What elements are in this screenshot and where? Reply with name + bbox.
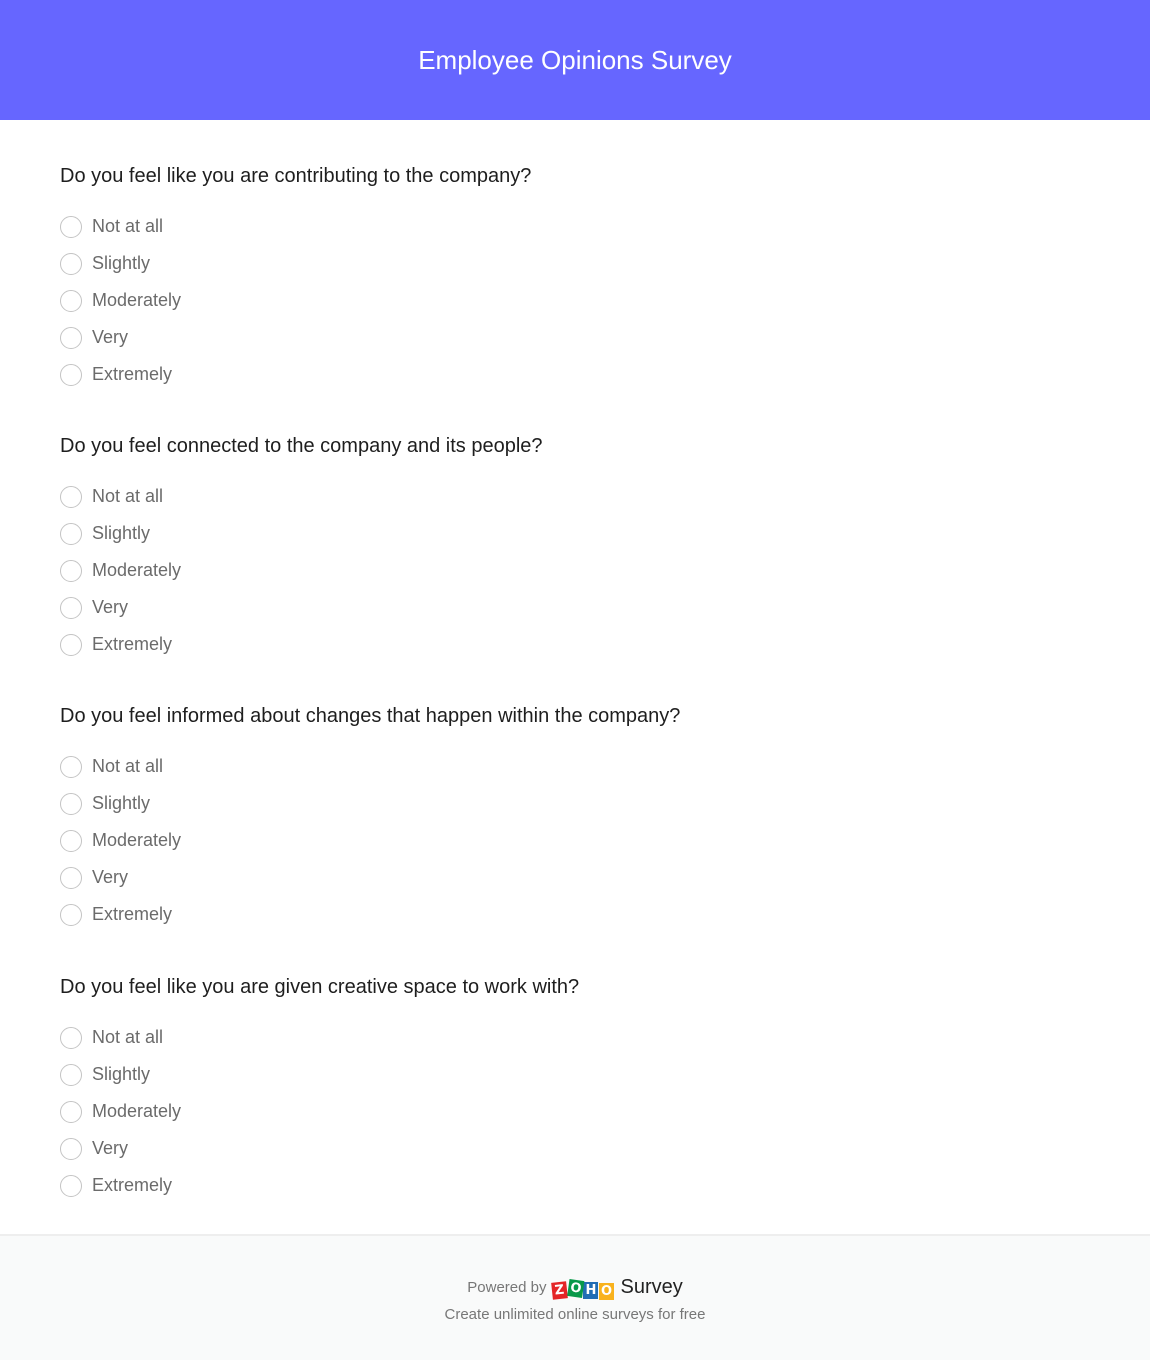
- option-not-at-all[interactable]: Not at all: [60, 748, 680, 785]
- option-label: Not at all: [92, 1027, 164, 1047]
- question-text: Do you feel like you are contributing to…: [60, 165, 532, 187]
- option-slightly[interactable]: Slightly: [60, 1056, 579, 1093]
- option-moderately[interactable]: Moderately: [60, 822, 680, 859]
- option-label: Extremely: [92, 1175, 173, 1195]
- option-label: Extremely: [92, 904, 173, 924]
- option-label: Very: [92, 597, 129, 617]
- question-text: Do you feel informed about changes that …: [60, 705, 681, 727]
- question-2: Do you feel connected to the company and…: [60, 434, 543, 663]
- powered-by-link[interactable]: Powered by Z O H O Survey: [0, 1276, 1150, 1300]
- option-label: Extremely: [92, 364, 173, 384]
- option-label: Moderately: [92, 560, 182, 580]
- radio-button[interactable]: [60, 252, 82, 275]
- footer-tagline[interactable]: Create unlimited online surveys for free: [0, 1306, 1150, 1323]
- option-label: Slightly: [92, 523, 151, 543]
- zoho-logo-letter: O: [567, 1278, 585, 1298]
- option-not-at-all[interactable]: Not at all: [60, 1019, 579, 1056]
- option-slightly[interactable]: Slightly: [60, 245, 531, 282]
- radio-button[interactable]: [60, 596, 82, 619]
- option-slightly[interactable]: Slightly: [60, 785, 680, 822]
- zoho-logo-letter: O: [598, 1282, 614, 1300]
- question-4: Do you feel like you are given creative …: [60, 975, 579, 1204]
- options-group: Not at all Slightly Moderately Very Extr…: [60, 748, 680, 933]
- survey-brand: Survey: [620, 1276, 683, 1298]
- powered-by-text: Powered by: [467, 1279, 547, 1296]
- option-not-at-all[interactable]: Not at all: [60, 478, 543, 515]
- radio-button[interactable]: [60, 903, 82, 926]
- radio-button[interactable]: [60, 215, 82, 238]
- option-label: Moderately: [92, 830, 182, 850]
- option-label: Not at all: [92, 756, 164, 776]
- option-moderately[interactable]: Moderately: [60, 552, 543, 589]
- option-label: Extremely: [92, 634, 173, 654]
- option-label: Not at all: [92, 216, 164, 236]
- options-group: Not at all Slightly Moderately Very Extr…: [60, 1019, 579, 1204]
- footer: Powered by Z O H O Survey Create unlimit…: [0, 1234, 1150, 1360]
- option-very[interactable]: Very: [60, 319, 531, 356]
- radio-button[interactable]: [60, 559, 82, 582]
- option-extremely[interactable]: Extremely: [60, 626, 543, 663]
- option-label: Very: [92, 327, 129, 347]
- radio-button[interactable]: [60, 792, 82, 815]
- question-text: Do you feel like you are given creative …: [60, 976, 580, 998]
- radio-button[interactable]: [60, 1063, 82, 1086]
- option-label: Slightly: [92, 253, 151, 273]
- radio-button[interactable]: [60, 1100, 82, 1123]
- survey-header: Employee Opinions Survey: [0, 0, 1150, 120]
- option-label: Not at all: [92, 486, 164, 506]
- radio-button[interactable]: [60, 485, 82, 508]
- option-extremely[interactable]: Extremely: [60, 896, 680, 933]
- survey-title: Employee Opinions Survey: [418, 44, 732, 75]
- option-very[interactable]: Very: [60, 1130, 579, 1167]
- options-group: Not at all Slightly Moderately Very Extr…: [60, 208, 531, 393]
- option-label: Very: [92, 1138, 129, 1158]
- option-label: Very: [92, 867, 129, 887]
- option-label: Moderately: [92, 290, 182, 310]
- zoho-logo-letter: Z: [551, 1280, 569, 1300]
- option-moderately[interactable]: Moderately: [60, 1093, 579, 1130]
- option-not-at-all[interactable]: Not at all: [60, 208, 531, 245]
- radio-button[interactable]: [60, 1026, 82, 1049]
- zoho-logo-icon: Z O H O: [551, 1277, 614, 1300]
- question-text: Do you feel connected to the company and…: [60, 435, 543, 457]
- radio-button[interactable]: [60, 326, 82, 349]
- option-label: Slightly: [92, 793, 151, 813]
- radio-button[interactable]: [60, 829, 82, 852]
- option-label: Moderately: [92, 1101, 182, 1121]
- radio-button[interactable]: [60, 1174, 82, 1197]
- options-group: Not at all Slightly Moderately Very Extr…: [60, 478, 543, 663]
- radio-button[interactable]: [60, 1137, 82, 1160]
- option-extremely[interactable]: Extremely: [60, 356, 531, 393]
- zoho-logo-letter: H: [583, 1281, 599, 1299]
- option-very[interactable]: Very: [60, 589, 543, 626]
- radio-button[interactable]: [60, 289, 82, 312]
- option-extremely[interactable]: Extremely: [60, 1167, 579, 1204]
- option-moderately[interactable]: Moderately: [60, 282, 531, 319]
- radio-button[interactable]: [60, 363, 82, 386]
- question-3: Do you feel informed about changes that …: [60, 704, 680, 933]
- question-1: Do you feel like you are contributing to…: [60, 164, 531, 393]
- option-slightly[interactable]: Slightly: [60, 515, 543, 552]
- radio-button[interactable]: [60, 755, 82, 778]
- option-very[interactable]: Very: [60, 859, 680, 896]
- option-label: Slightly: [92, 1064, 151, 1084]
- radio-button[interactable]: [60, 633, 82, 656]
- radio-button[interactable]: [60, 522, 82, 545]
- radio-button[interactable]: [60, 866, 82, 889]
